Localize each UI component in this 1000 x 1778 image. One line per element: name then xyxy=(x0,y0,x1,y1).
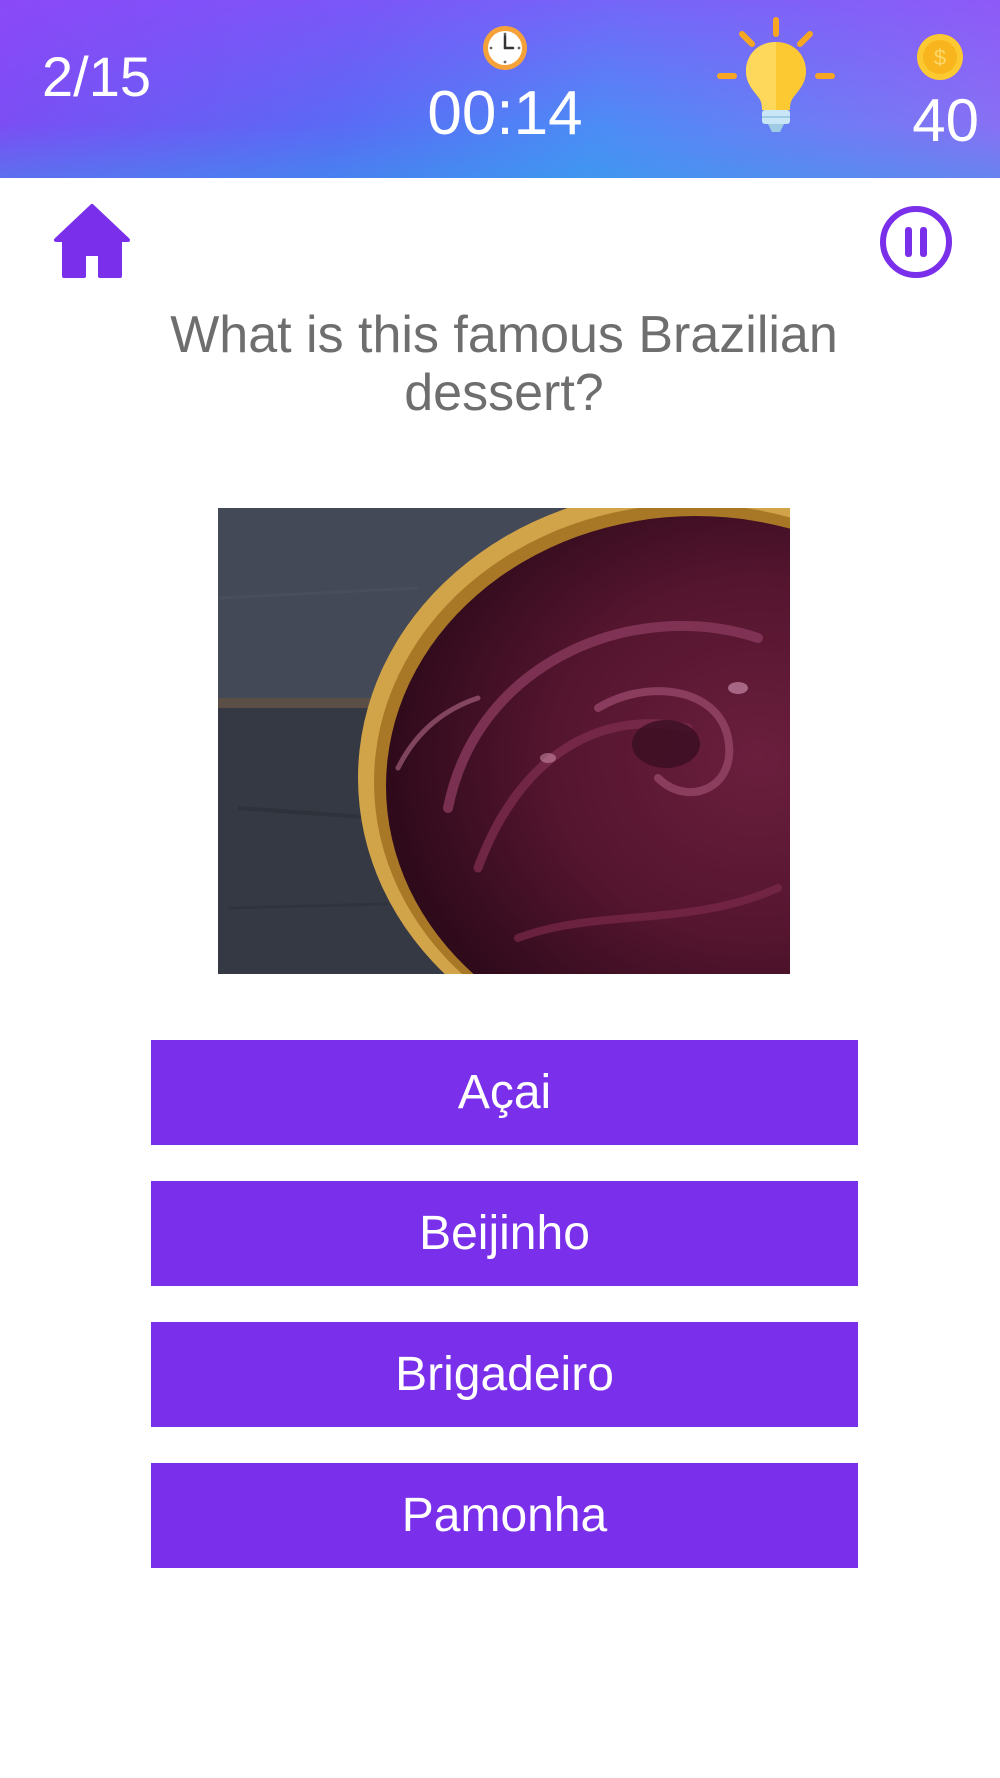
answer-button-2[interactable]: Beijinho xyxy=(151,1181,858,1286)
question-image xyxy=(218,508,790,974)
home-icon[interactable] xyxy=(52,200,132,280)
svg-text:$: $ xyxy=(934,45,946,70)
pause-icon[interactable] xyxy=(878,204,954,280)
answer-button-4[interactable]: Pamonha xyxy=(151,1463,858,1568)
question-progress: 2/15 xyxy=(42,45,151,108)
coin-balance: $ 40 xyxy=(895,28,995,154)
quiz-screen: 2/15 00:14 $ 40 What is this famous Braz… xyxy=(0,0,1000,1778)
timer-value: 00:14 xyxy=(427,79,583,148)
lightbulb-icon[interactable] xyxy=(712,14,840,140)
answer-button-3[interactable]: Brigadeiro xyxy=(151,1322,858,1427)
clock-icon xyxy=(483,26,527,70)
timer: 00:14 xyxy=(400,20,610,150)
header-bar: 2/15 00:14 $ 40 xyxy=(0,0,1000,178)
question-text: What is this famous Brazilian dessert? xyxy=(170,306,838,422)
coin-count: 40 xyxy=(912,87,979,154)
answer-button-1[interactable]: Açai xyxy=(151,1040,858,1145)
coin-icon: $ xyxy=(917,34,963,80)
